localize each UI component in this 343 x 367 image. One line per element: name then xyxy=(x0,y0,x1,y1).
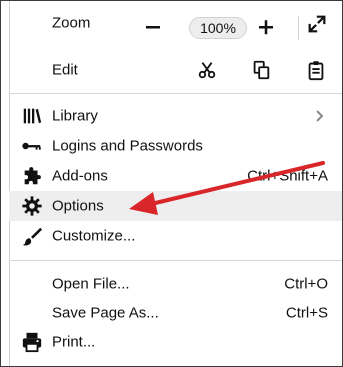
minus-icon[interactable] xyxy=(141,15,165,39)
plus-icon[interactable] xyxy=(254,15,278,39)
menu-item-label: Library xyxy=(52,107,98,125)
menu-item-label: Logins and Passwords xyxy=(52,137,203,155)
menu-item-label: Open File... xyxy=(52,275,130,293)
printer-icon xyxy=(22,332,42,353)
zoom-level-button[interactable]: 100% xyxy=(189,17,247,39)
menu-item-customize[interactable]: Customize... xyxy=(9,221,342,251)
copy-icon[interactable] xyxy=(250,59,272,81)
menu-item-open-file[interactable]: Open File... Ctrl+O xyxy=(9,269,342,299)
zoom-level-text: 100% xyxy=(200,20,236,36)
zoom-label: Zoom xyxy=(52,14,91,32)
library-icon xyxy=(23,108,42,124)
menu-item-label: Save Page As... xyxy=(52,304,159,322)
shortcut-text: Ctrl+O xyxy=(284,275,328,293)
menu-item-label: Customize... xyxy=(52,227,136,245)
separator xyxy=(9,260,342,261)
zoom-divider xyxy=(298,16,299,40)
separator xyxy=(9,93,342,94)
scissors-icon[interactable] xyxy=(196,59,218,81)
zoom-row: Zoom 100% xyxy=(9,8,342,40)
key-icon xyxy=(22,142,41,150)
menu-item-label: Print... xyxy=(52,333,96,351)
menu-item-label: Options xyxy=(52,197,104,215)
paintbrush-icon xyxy=(22,227,43,246)
edit-row: Edit xyxy=(9,54,342,86)
edit-label: Edit xyxy=(52,61,78,79)
menu-item-addons[interactable]: Add-ons Ctrl+Shift+A xyxy=(9,161,342,191)
clipboard-icon[interactable] xyxy=(305,59,327,81)
shortcut-text: Ctrl+Shift+A xyxy=(247,167,328,185)
gear-icon xyxy=(22,196,42,216)
chevron-right-icon xyxy=(316,110,324,122)
app-menu-panel: Zoom 100% Edit Library Logins and Passwo… xyxy=(0,0,343,367)
menu-item-label: Add-ons xyxy=(52,167,108,185)
menu-item-print[interactable]: Print... xyxy=(9,327,342,357)
shortcut-text: Ctrl+S xyxy=(285,304,328,322)
fullscreen-icon[interactable] xyxy=(306,13,328,35)
puzzle-icon xyxy=(24,167,41,185)
menu-item-options[interactable]: Options xyxy=(9,191,342,221)
menu-item-logins[interactable]: Logins and Passwords xyxy=(9,131,342,161)
menu-item-library[interactable]: Library xyxy=(9,101,342,131)
menu-item-save-page[interactable]: Save Page As... Ctrl+S xyxy=(9,298,342,328)
